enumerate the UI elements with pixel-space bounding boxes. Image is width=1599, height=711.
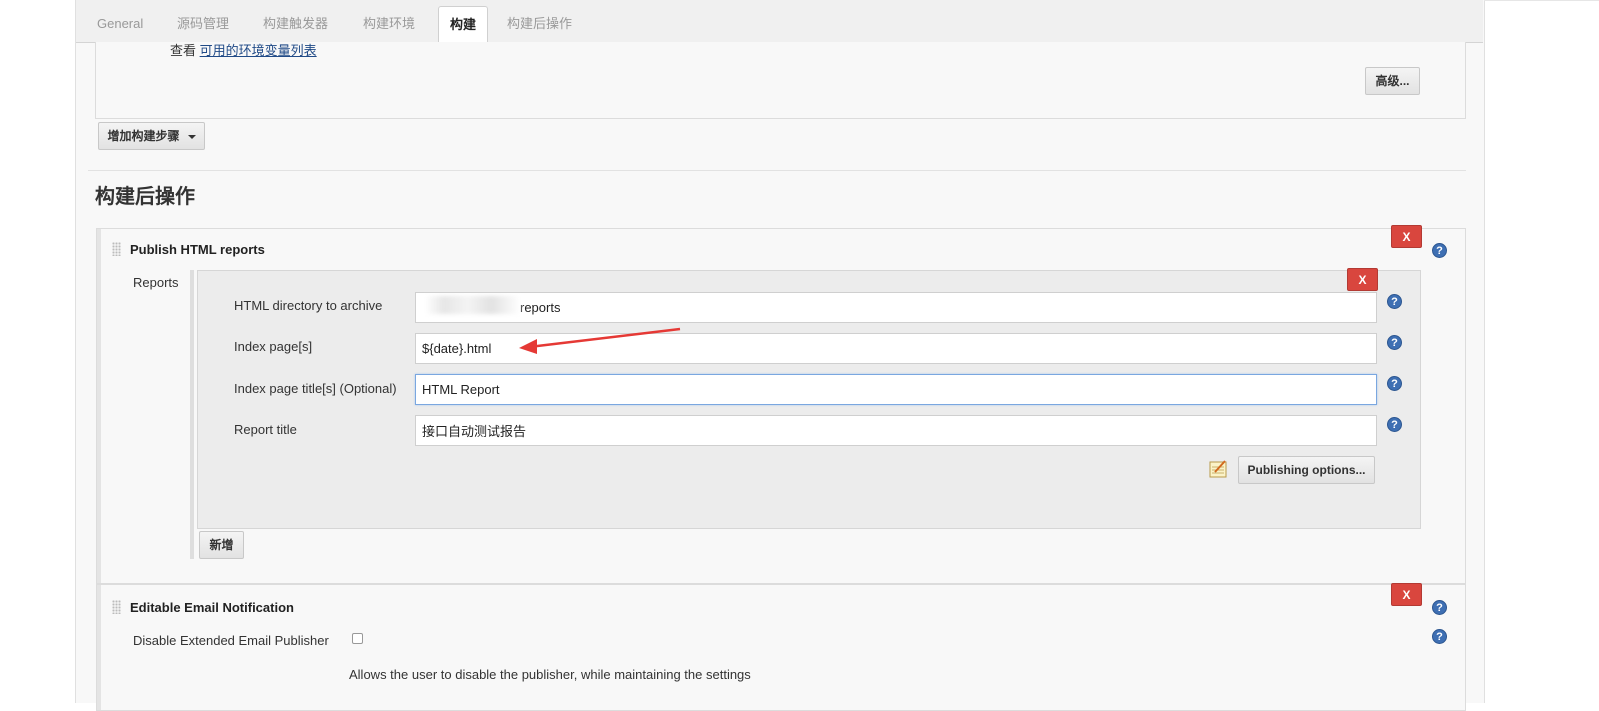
- delete-email-button[interactable]: X: [1391, 583, 1422, 606]
- publish-html-title: Publish HTML reports: [130, 242, 265, 257]
- add-build-step-label: 增加构建步骤: [107, 129, 180, 143]
- section-divider: [88, 170, 1466, 171]
- notepad-icon: [1209, 460, 1227, 478]
- help-icon[interactable]: ?: [1387, 376, 1402, 391]
- tab-post-build-actions[interactable]: 构建后操作: [496, 6, 583, 42]
- disable-email-description: Allows the user to disable the publisher…: [349, 667, 751, 682]
- index-page-title-label: Index page title[s] (Optional): [234, 381, 397, 396]
- tab-build[interactable]: 构建: [438, 6, 489, 43]
- env-vars-prefix: 查看: [170, 43, 197, 58]
- tab-general[interactable]: General: [86, 6, 154, 42]
- html-directory-input[interactable]: [415, 292, 1377, 323]
- advanced-button[interactable]: 高级...: [1365, 67, 1420, 95]
- help-icon[interactable]: ?: [1387, 335, 1402, 350]
- report-accent-bar: [190, 270, 194, 559]
- env-vars-hint: 查看 可用的环境变量列表: [170, 40, 317, 59]
- add-build-step-button[interactable]: 增加构建步骤: [98, 122, 205, 150]
- annotation-arrow: [519, 327, 681, 354]
- delete-publisher-button[interactable]: X: [1391, 225, 1422, 248]
- chevron-down-icon: [187, 134, 196, 139]
- add-report-button[interactable]: 新增: [199, 531, 244, 559]
- tab-build-environment[interactable]: 构建环境: [352, 6, 426, 42]
- delete-report-button[interactable]: X: [1347, 268, 1378, 291]
- report-title-label: Report title: [234, 422, 297, 437]
- disable-email-checkbox[interactable]: [352, 633, 363, 644]
- index-page-label: Index page[s]: [234, 339, 313, 354]
- email-notification-title: Editable Email Notification: [130, 600, 294, 615]
- tab-build-triggers[interactable]: 构建触发器: [252, 6, 339, 42]
- report-title-input[interactable]: [415, 415, 1377, 446]
- help-icon[interactable]: ?: [1387, 417, 1402, 432]
- help-icon[interactable]: ?: [1432, 243, 1447, 258]
- drag-handle-icon[interactable]: [112, 600, 121, 614]
- help-icon[interactable]: ?: [1387, 294, 1402, 309]
- divider: [1484, 0, 1599, 1]
- block-accent-bar: [97, 585, 101, 710]
- redacted-path: [425, 296, 520, 314]
- config-tab-bar: General 源码管理 构建触发器 构建环境 构建 构建后操作: [76, 0, 1483, 43]
- disable-email-label: Disable Extended Email Publisher: [133, 633, 329, 648]
- html-directory-label: HTML directory to archive: [234, 298, 383, 313]
- help-icon[interactable]: ?: [1432, 629, 1447, 644]
- publishing-options-button[interactable]: Publishing options...: [1238, 456, 1375, 484]
- help-icon[interactable]: ?: [1432, 600, 1447, 615]
- env-vars-link[interactable]: 可用的环境变量列表: [200, 43, 317, 58]
- block-accent-bar: [97, 229, 101, 583]
- post-build-section-title: 构建后操作: [95, 186, 195, 208]
- tab-source-management[interactable]: 源码管理: [166, 6, 240, 42]
- drag-handle-icon[interactable]: [112, 242, 121, 256]
- reports-label: Reports: [133, 275, 179, 290]
- index-page-title-input[interactable]: [415, 374, 1377, 405]
